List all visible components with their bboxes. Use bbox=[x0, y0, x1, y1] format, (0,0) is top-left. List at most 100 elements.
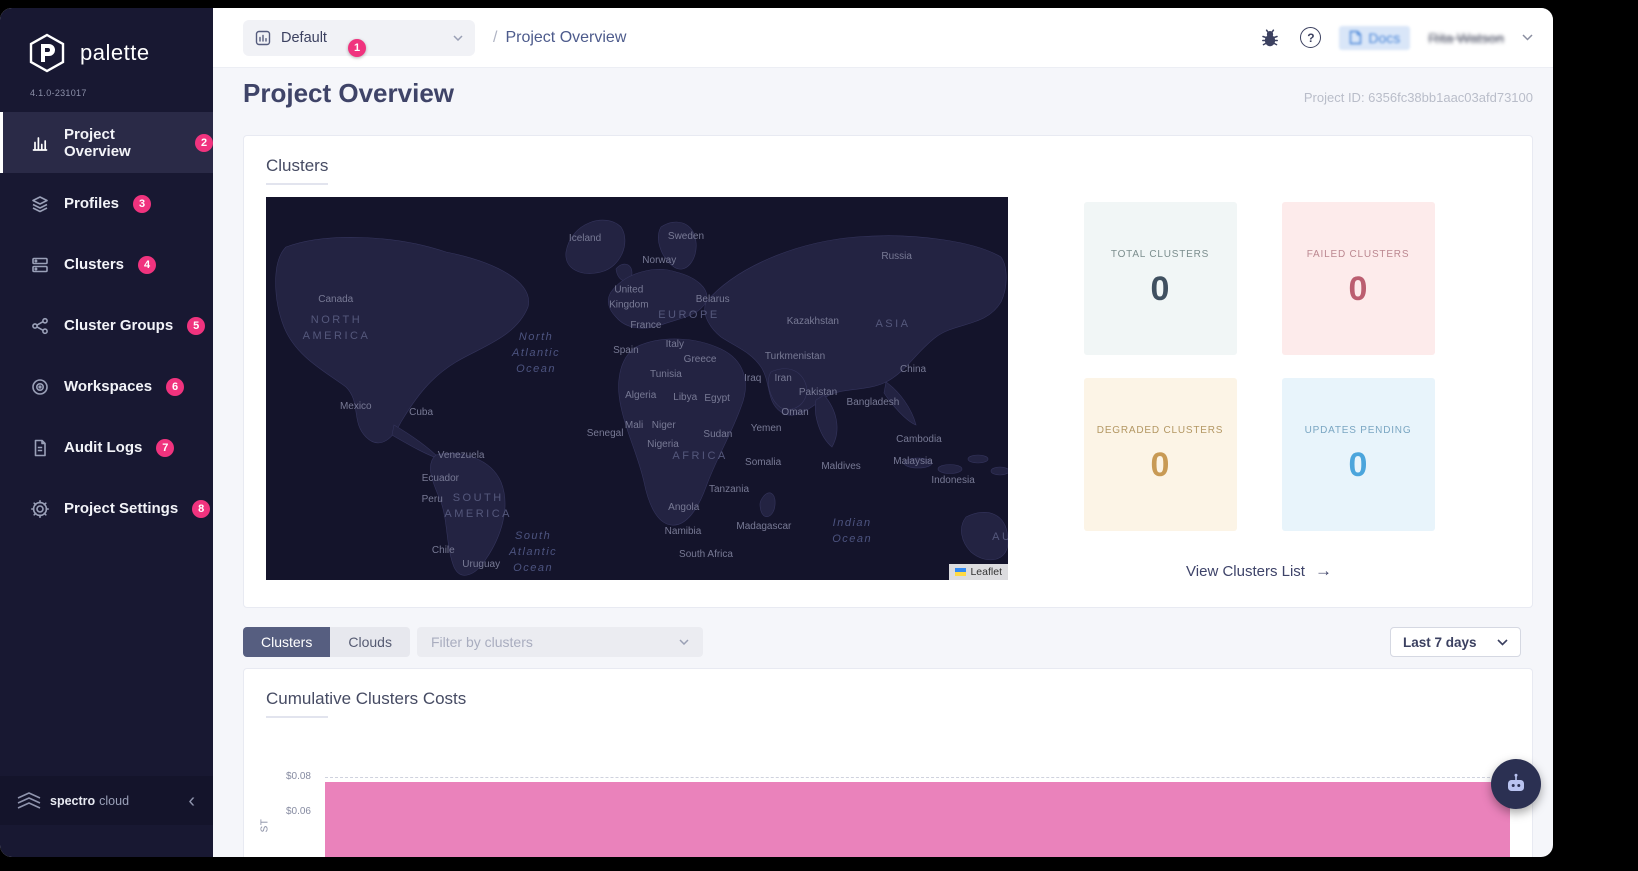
stat-value: 0 bbox=[1348, 445, 1368, 484]
chevron-down-icon bbox=[1497, 638, 1508, 646]
nodes-icon bbox=[30, 316, 50, 336]
y-axis-tick: $0.06 bbox=[285, 806, 311, 817]
annotation-badge: 8 bbox=[192, 499, 211, 518]
project-selector[interactable]: Default 1 bbox=[243, 19, 475, 57]
annotation-badge: 7 bbox=[156, 438, 175, 457]
annotation-badge: 6 bbox=[166, 377, 185, 396]
sidebar-nav: Project Overview 2 Profiles 3 Clusters 4 bbox=[0, 112, 213, 539]
spectro-cloud-label: spectro cloud bbox=[50, 794, 129, 808]
sidebar-item-label: Workspaces bbox=[64, 378, 153, 395]
spectro-cloud-logo bbox=[17, 791, 41, 809]
document-icon bbox=[30, 438, 50, 458]
clusters-body: NORTH AMERICA SOUTH AMERICA EUROPE ASIA AFRI… bbox=[266, 197, 1510, 581]
cluster-stats: TOTAL CLUSTERS 0 FAILED CLUSTERS 0 DEGRA… bbox=[1008, 202, 1510, 581]
cloud-label: cloud bbox=[99, 793, 130, 808]
sidebar-item-workspaces[interactable]: Workspaces 6 bbox=[0, 356, 213, 417]
annotation-badge: 3 bbox=[133, 194, 152, 213]
version-label: 4.1.0-231017 bbox=[30, 88, 87, 98]
date-range-value: Last 7 days bbox=[1403, 634, 1477, 650]
sidebar: palette 4.1.0-231017 Project Overview 2 … bbox=[0, 8, 213, 857]
sidebar-item-audit-logs[interactable]: Audit Logs 7 bbox=[0, 417, 213, 478]
help-icon[interactable]: ? bbox=[1300, 27, 1322, 48]
assistant-fab-button[interactable] bbox=[1491, 759, 1541, 809]
chart-gridline bbox=[325, 777, 1510, 778]
brand-name: palette bbox=[80, 40, 150, 65]
filter-bar: Clusters Clouds Filter by clusters Last … bbox=[243, 627, 1533, 657]
annotation-badge: 4 bbox=[138, 255, 157, 274]
annotation-badge: 2 bbox=[195, 133, 213, 152]
topbar-actions: ? Docs Rita Watson bbox=[1258, 25, 1533, 50]
user-menu[interactable]: Rita Watson bbox=[1428, 30, 1504, 46]
bar-chart-icon bbox=[30, 133, 50, 153]
leaflet-attribution[interactable]: Leaflet bbox=[949, 564, 1008, 580]
layers-icon bbox=[30, 194, 50, 214]
sidebar-item-project-settings[interactable]: Project Settings 8 bbox=[0, 478, 213, 539]
sidebar-item-label: Project Overview bbox=[64, 125, 131, 160]
sidebar-item-label: Profiles bbox=[64, 195, 120, 212]
sidebar-item-label: Clusters bbox=[64, 256, 125, 273]
stat-label: DEGRADED CLUSTERS bbox=[1096, 424, 1224, 436]
collapse-sidebar-button[interactable]: ‹ bbox=[184, 791, 199, 811]
filter-by-clusters-select[interactable]: Filter by clusters bbox=[416, 627, 703, 657]
sidebar-item-project-overview[interactable]: Project Overview 2 bbox=[0, 112, 213, 173]
stat-value: 0 bbox=[1150, 445, 1170, 484]
annotation-badge: 5 bbox=[187, 316, 206, 335]
robot-icon bbox=[1508, 773, 1524, 791]
stat-failed-clusters: FAILED CLUSTERS 0 bbox=[1281, 202, 1435, 355]
clusters-card: Clusters NORTH AMERICA SOUTH AMERICA EUR… bbox=[243, 135, 1533, 608]
leaflet-label: Leaflet bbox=[970, 566, 1002, 578]
view-clusters-list-link[interactable]: View Clusters List → bbox=[1186, 561, 1332, 581]
arrow-right-icon: → bbox=[1314, 561, 1332, 580]
filter-placeholder: Filter by clusters bbox=[430, 634, 533, 650]
breadcrumb-current[interactable]: Project Overview bbox=[505, 29, 626, 47]
stat-updates-pending: UPDATES PENDING 0 bbox=[1281, 378, 1435, 531]
breadcrumb: / Project Overview bbox=[493, 29, 626, 47]
stat-value: 0 bbox=[1348, 269, 1368, 308]
clusters-card-title: Clusters bbox=[266, 156, 329, 185]
stat-total-clusters: TOTAL CLUSTERS 0 bbox=[1083, 202, 1237, 355]
server-list-icon bbox=[30, 255, 50, 275]
costs-card-title: Cumulative Clusters Costs bbox=[266, 689, 466, 718]
stat-degraded-clusters: DEGRADED CLUSTERS 0 bbox=[1083, 378, 1237, 531]
sidebar-footer: spectro cloud ‹ bbox=[0, 776, 213, 825]
chevron-down-icon bbox=[453, 34, 463, 41]
sidebar-item-profiles[interactable]: Profiles 3 bbox=[0, 173, 213, 234]
y-axis-tick: $0.08 bbox=[285, 771, 311, 782]
cluster-stats-grid: TOTAL CLUSTERS 0 FAILED CLUSTERS 0 DEGRA… bbox=[1083, 202, 1435, 531]
y-axis-label: ST bbox=[259, 818, 271, 833]
palette-logo-icon bbox=[29, 33, 65, 73]
chart-area-series bbox=[325, 782, 1510, 857]
stat-label: UPDATES PENDING bbox=[1304, 424, 1412, 436]
costs-chart: $0.08 $0.06 ST bbox=[259, 738, 1510, 857]
view-clusters-list-label: View Clusters List bbox=[1186, 562, 1305, 580]
content-scroll-area[interactable]: Project Overview Project ID: 6356fc38bb1… bbox=[213, 68, 1553, 857]
view-toggle: Clusters Clouds bbox=[243, 627, 410, 657]
annotation-badge: 1 bbox=[348, 38, 366, 57]
project-selector-value: Default bbox=[281, 29, 327, 46]
chevron-down-icon[interactable] bbox=[1522, 34, 1533, 41]
world-map[interactable]: NORTH AMERICA SOUTH AMERICA EUROPE ASIA AFRI… bbox=[266, 197, 1008, 580]
doc-icon bbox=[1350, 30, 1362, 45]
page-head: Project Overview Project ID: 6356fc38bb1… bbox=[243, 78, 1533, 109]
date-range-select[interactable]: Last 7 days bbox=[1390, 627, 1521, 657]
sidebar-item-label: Cluster Groups bbox=[64, 317, 174, 334]
tab-clouds[interactable]: Clouds bbox=[330, 627, 410, 657]
docs-button[interactable]: Docs bbox=[1339, 25, 1411, 50]
project-icon bbox=[255, 30, 271, 45]
sidebar-item-label: Audit Logs bbox=[64, 439, 143, 456]
chevron-down-icon bbox=[679, 639, 689, 645]
bug-report-icon[interactable] bbox=[1258, 26, 1282, 50]
spectro-label: spectro bbox=[50, 793, 96, 808]
world-map-land bbox=[275, 219, 1008, 576]
main-area: Default 1 / Project Overview ? Docs Rita… bbox=[213, 8, 1553, 857]
tab-clusters[interactable]: Clusters bbox=[243, 627, 331, 657]
target-icon bbox=[30, 377, 50, 397]
topbar: Default 1 / Project Overview ? Docs Rita… bbox=[213, 8, 1553, 68]
sidebar-item-cluster-groups[interactable]: Cluster Groups 5 bbox=[0, 295, 213, 356]
gear-icon bbox=[30, 499, 50, 519]
sidebar-item-clusters[interactable]: Clusters 4 bbox=[0, 234, 213, 295]
stat-label: FAILED CLUSTERS bbox=[1306, 248, 1410, 260]
project-id-label: Project ID: 6356fc38bb1aac03afd73100 bbox=[1303, 90, 1533, 105]
stat-label: TOTAL CLUSTERS bbox=[1110, 248, 1210, 260]
cumulative-costs-card: Cumulative Clusters Costs $0.08 $0.06 ST bbox=[243, 668, 1533, 857]
